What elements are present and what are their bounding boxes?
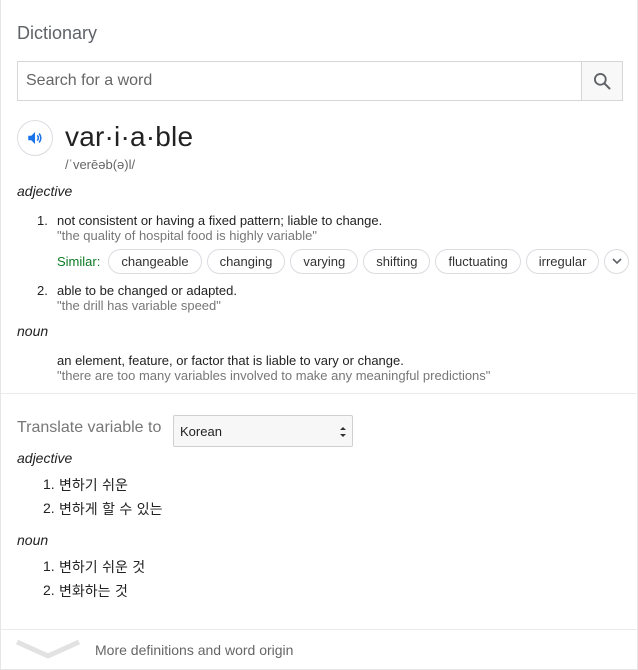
translation-number: 1. bbox=[43, 476, 55, 492]
select-arrows-icon bbox=[340, 427, 346, 437]
sense-definition: not consistent or having a fixed pattern… bbox=[57, 213, 383, 228]
translate-label: Translate variable to bbox=[17, 419, 162, 436]
translation-text: 변화하는 것 bbox=[59, 584, 128, 600]
sense-example: "the drill has variable speed" bbox=[57, 298, 221, 313]
search-button[interactable] bbox=[581, 62, 622, 100]
noun-example: "there are too many variables involved t… bbox=[57, 368, 491, 383]
sense-example: "the quality of hospital food is highly … bbox=[57, 228, 317, 243]
similar-chip-changing[interactable]: changing bbox=[206, 248, 286, 274]
pronunciation-button[interactable] bbox=[17, 120, 53, 156]
translation-number: 1. bbox=[43, 558, 55, 574]
similar-chip-changeable[interactable]: changeable bbox=[108, 248, 202, 274]
sense-number: 2. bbox=[37, 283, 48, 298]
similar-chip-irregular[interactable]: irregular bbox=[525, 248, 600, 274]
similar-chip-fluctuating[interactable]: fluctuating bbox=[435, 248, 521, 274]
search-box bbox=[17, 61, 623, 101]
chevron-down-icon bbox=[612, 258, 622, 265]
language-select[interactable]: Korean bbox=[173, 415, 353, 447]
sense-definition: able to be changed or adapted. bbox=[57, 283, 237, 298]
translation-number: 2. bbox=[43, 500, 55, 516]
translation-text: 변하기 쉬운 것 bbox=[59, 560, 146, 576]
translation-text: 변하기 쉬운 bbox=[59, 478, 128, 494]
similar-words-row: Similar: changeable changing varying shi… bbox=[57, 248, 630, 274]
translation-number: 2. bbox=[43, 582, 55, 598]
part-of-speech-adjective: adjective bbox=[17, 183, 73, 199]
chevron-down-icon bbox=[15, 639, 81, 659]
similar-chip-shifting[interactable]: shifting bbox=[363, 248, 431, 274]
noun-definition: an element, feature, or factor that is l… bbox=[57, 353, 404, 368]
similar-label: Similar: bbox=[57, 253, 101, 269]
more-definitions-link[interactable]: More definitions and word origin bbox=[1, 630, 638, 670]
similar-chip-varying[interactable]: varying bbox=[290, 248, 359, 274]
phonetic-spelling: /ˈverēəb(ə)l/ bbox=[65, 157, 136, 172]
headword: var·i·a·ble bbox=[65, 121, 194, 152]
section-divider bbox=[1, 393, 638, 394]
translation-text: 변하게 할 수 있는 bbox=[59, 502, 163, 518]
search-input[interactable] bbox=[18, 62, 582, 100]
speaker-icon bbox=[28, 132, 42, 144]
more-definitions-label: More definitions and word origin bbox=[95, 642, 294, 658]
part-of-speech-noun: noun bbox=[17, 323, 49, 339]
dictionary-card: Dictionary var·i·a·ble /ˈverēəb(ə)l/ adj… bbox=[0, 0, 638, 670]
expand-similar-button[interactable] bbox=[604, 248, 630, 274]
search-icon bbox=[594, 73, 611, 90]
selected-language: Korean bbox=[180, 423, 222, 439]
card-title: Dictionary bbox=[17, 23, 98, 43]
translation-pos-adjective: adjective bbox=[17, 450, 73, 466]
translation-pos-noun: noun bbox=[17, 532, 49, 548]
sense-number: 1. bbox=[37, 213, 48, 228]
